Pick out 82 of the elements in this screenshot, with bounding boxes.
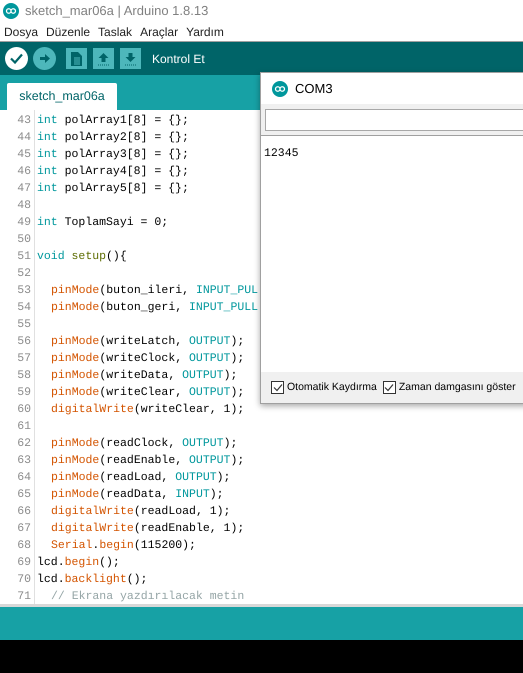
- open-button[interactable]: [93, 48, 114, 69]
- code-line: pinMode(readEnable, OUTPUT);: [51, 452, 244, 469]
- monitor-title: COM3: [295, 80, 333, 98]
- code-line: lcd.backlight();: [37, 572, 148, 588]
- line-number: 60: [16, 402, 31, 418]
- menu-item[interactable]: Düzenle: [46, 22, 90, 40]
- line-number: 71: [16, 588, 31, 604]
- line-number: 46: [16, 164, 31, 180]
- code-line: void setup(){: [37, 248, 127, 265]
- line-number: 68: [16, 538, 31, 554]
- code-line: pinMode(buton_ileri, INPUT_PUL: [51, 282, 258, 299]
- line-number: 59: [16, 384, 31, 401]
- checkmark-icon: [272, 383, 282, 392]
- checkmark-icon: [384, 383, 394, 392]
- line-number: 51: [16, 248, 31, 265]
- line-number: 55: [16, 316, 31, 333]
- line-number: 70: [16, 572, 31, 588]
- checkbox-label: Otomatik Kaydırma: [287, 380, 377, 395]
- code-line: int polArray2[8] = {};: [37, 130, 189, 146]
- code-line: digitalWrite(readEnable, 1);: [51, 520, 244, 537]
- menu-item[interactable]: Taslak: [98, 22, 132, 40]
- code-line: int ToplamSayi = 0;: [37, 214, 168, 231]
- right-arrow-icon: [38, 53, 50, 64]
- code-line: digitalWrite(readLoad, 1);: [51, 504, 230, 520]
- line-number: 61: [16, 418, 31, 435]
- line-number: 63: [16, 452, 31, 469]
- line-number: 45: [16, 146, 31, 163]
- line-number: 67: [16, 520, 31, 537]
- line-number: 57: [16, 350, 31, 367]
- menu-item[interactable]: Yardım: [186, 22, 224, 40]
- line-number: 64: [16, 470, 31, 486]
- line-number: 69: [16, 554, 31, 571]
- code-line: // Ekrana yazdırılacak metin: [51, 588, 244, 604]
- line-number: 56: [16, 334, 31, 350]
- code-line: pinMode(writeData, OUTPUT);: [51, 368, 238, 384]
- code-line: digitalWrite(writeClear, 1);: [51, 402, 244, 418]
- line-number: 50: [16, 232, 31, 248]
- code-line: pinMode(readClock, OUTPUT);: [51, 436, 238, 452]
- up-arrow-icon: [97, 52, 110, 66]
- down-arrow-icon: [124, 52, 137, 66]
- line-number: 54: [16, 300, 31, 316]
- status-label: Kontrol Et: [152, 50, 205, 68]
- checkbox-label: Zaman damgasını göster: [398, 380, 516, 395]
- new-sketch-button[interactable]: [66, 48, 87, 69]
- verify-button[interactable]: [5, 47, 28, 70]
- checkbox[interactable]: [382, 381, 396, 394]
- code-line: int polArray4[8] = {};: [37, 164, 189, 180]
- line-number: 48: [16, 198, 31, 214]
- send-input-field[interactable]: [265, 108, 523, 130]
- line-number: 43: [16, 112, 31, 129]
- code-line: int polArray1[8] = {};: [37, 112, 189, 129]
- code-line: Serial.begin(115200);: [51, 538, 196, 554]
- code-line: pinMode(readLoad, OUTPUT);: [51, 470, 230, 486]
- output-text: 12345: [264, 147, 299, 160]
- code-line: pinMode(readData, INPUT);: [51, 486, 224, 503]
- line-number: 65: [16, 486, 31, 503]
- code-line: lcd.begin();: [37, 554, 120, 571]
- code-line: int polArray5[8] = {};: [37, 180, 189, 197]
- line-number: 58: [16, 368, 31, 384]
- document-icon: [71, 52, 82, 66]
- code-line: pinMode(buton_geri, INPUT_PULL: [51, 300, 258, 316]
- line-number: 44: [16, 130, 31, 146]
- line-number: 62: [16, 436, 31, 452]
- code-line: int polArray3[8] = {};: [37, 146, 189, 163]
- line-number: 66: [16, 504, 31, 520]
- line-number: 49: [16, 214, 31, 231]
- checkmark-icon: [10, 53, 23, 64]
- line-number: 52: [16, 266, 31, 282]
- line-number: 53: [16, 282, 31, 299]
- checkbox[interactable]: [271, 381, 284, 394]
- code-line: pinMode(writeClock, OUTPUT);: [51, 350, 244, 367]
- code-line: pinMode(writeLatch, OUTPUT);: [51, 334, 244, 350]
- upload-button[interactable]: [33, 47, 56, 70]
- infinity-logo-icon: [3, 3, 19, 19]
- menu-item[interactable]: Dosya: [4, 22, 38, 40]
- sketch-tab[interactable]: sketch_mar06a: [7, 83, 117, 110]
- line-number: 47: [16, 180, 31, 197]
- code-line: pinMode(writeClear, OUTPUT);: [51, 384, 244, 401]
- save-button[interactable]: [120, 48, 141, 69]
- infinity-logo-icon: [272, 80, 288, 96]
- menu-item[interactable]: Araçlar: [140, 22, 178, 40]
- window-title: sketch_mar06a | Arduino 1.8.13: [25, 2, 208, 20]
